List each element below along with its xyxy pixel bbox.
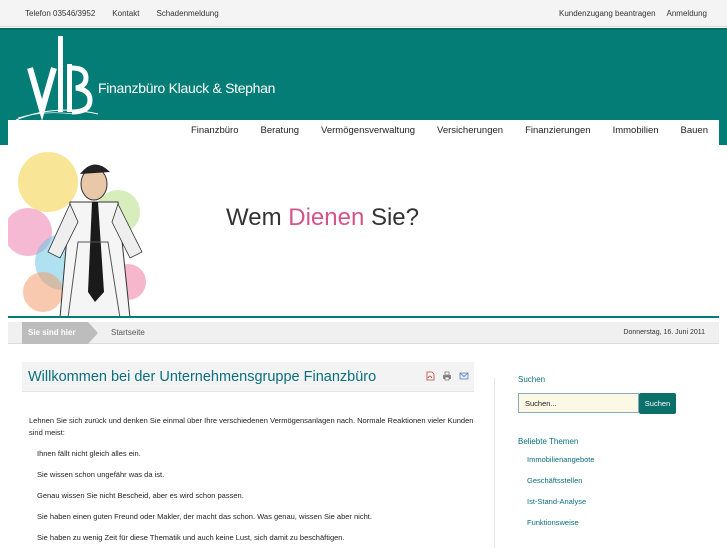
main-content: Willkommen bei der Unternehmensgruppe Fi… <box>22 362 474 553</box>
search-title: Suchen <box>518 375 546 384</box>
hero-illustration <box>8 152 146 316</box>
nav-item-finanzierungen[interactable]: Finanzierungen <box>514 120 602 142</box>
main-nav: Finanzbüro Beratung Vermögensverwaltung … <box>180 120 719 142</box>
login-link[interactable]: Anmeldung <box>667 9 707 18</box>
print-icon[interactable] <box>442 371 452 381</box>
topic-link[interactable]: Funktionsweise <box>518 518 698 527</box>
list-item: Ihnen fällt nicht gleich alles ein. <box>37 449 141 458</box>
brand-name[interactable]: Finanzbüro Klauck & Stephan <box>98 80 275 96</box>
topic-link[interactable]: Immobilienangebote <box>518 455 698 464</box>
nav-item-versicherungen[interactable]: Versicherungen <box>426 120 514 142</box>
top-bar: Telefon 03546/3952 Kontakt Schadenmeldun… <box>0 0 727 27</box>
breadcrumb-page[interactable]: Startseite <box>111 322 145 344</box>
hero-banner: Wem Dienen Sie? <box>8 142 719 318</box>
email-icon[interactable] <box>459 371 469 381</box>
nav-item-vermoegensverwaltung[interactable]: Vermögensverwaltung <box>310 120 426 142</box>
slogan-pre: Wem <box>226 204 289 231</box>
vib-logo[interactable] <box>14 34 100 122</box>
search-input[interactable] <box>518 393 639 413</box>
breadcrumb-label: Sie sind hier <box>22 322 98 344</box>
phone-link[interactable]: Telefon 03546/3952 <box>25 9 95 18</box>
customer-access-link[interactable]: Kundenzugang beantragen <box>559 9 656 18</box>
topic-link[interactable]: Ist-Stand-Analyse <box>518 497 698 506</box>
slogan-post: Sie? <box>364 204 419 231</box>
slogan-highlight: Dienen <box>288 204 365 231</box>
nav-item-bauen[interactable]: Bauen <box>670 120 719 142</box>
topic-link[interactable]: Geschäftsstellen <box>518 476 698 485</box>
column-divider <box>494 378 495 548</box>
breadcrumb: Sie sind hier Startseite Donnerstag, 16.… <box>8 322 719 344</box>
page-title: Willkommen bei der Unternehmensgruppe Fi… <box>28 369 377 385</box>
search-form: Suchen <box>518 393 698 414</box>
nav-item-immobilien[interactable]: Immobilien <box>602 120 670 142</box>
article-intro: Lehnen Sie sich zurück und denken Sie ei… <box>29 416 474 437</box>
contact-link[interactable]: Kontakt <box>112 9 139 18</box>
hero-slogan: Wem Dienen Sie? <box>226 204 419 232</box>
nav-item-finanzbuero[interactable]: Finanzbüro <box>180 120 250 142</box>
sidebar: Suchen Suchen Beliebte Themen Immobilien… <box>518 375 698 539</box>
current-date: Donnerstag, 16. Juni 2011 <box>623 329 705 336</box>
nav-item-beratung[interactable]: Beratung <box>249 120 310 142</box>
list-item: Sie haben zu wenig Zeit für diese Themat… <box>37 533 345 542</box>
topics-list: Immobilienangebote Geschäftsstellen Ist-… <box>518 455 698 527</box>
article-header: Willkommen bei der Unternehmensgruppe Fi… <box>22 362 474 392</box>
list-item: Sie wissen schon ungefähr was da ist. <box>37 470 165 479</box>
search-button[interactable]: Suchen <box>639 393 676 414</box>
page-wrapper: Finanzbüro Beratung Vermögensverwaltung … <box>8 120 719 548</box>
article-body: Lehnen Sie sich zurück und denken Sie ei… <box>22 415 474 544</box>
list-item: Genau wissen Sie nicht Bescheid, aber es… <box>37 491 244 500</box>
topics-title: Beliebte Themen <box>518 437 579 446</box>
list-item: Sie haben einen guten Freund oder Makler… <box>37 512 372 521</box>
claim-link[interactable]: Schadenmeldung <box>156 9 218 18</box>
pdf-icon[interactable] <box>425 371 435 381</box>
